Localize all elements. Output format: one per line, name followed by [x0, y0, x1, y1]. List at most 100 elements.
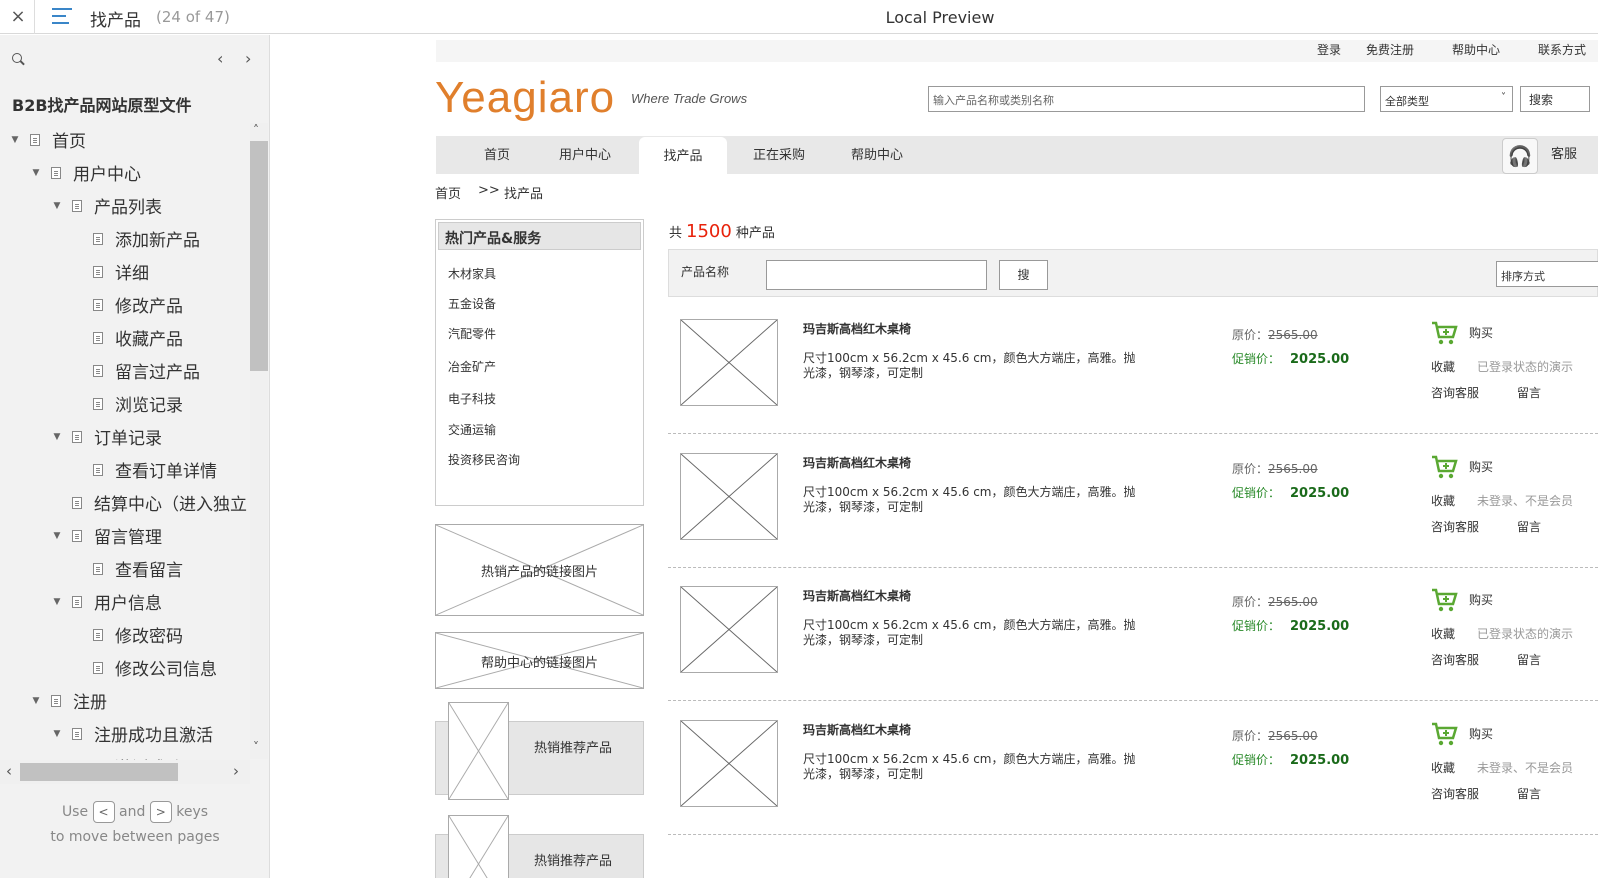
tree-item[interactable]: ▼ 用户中心 [29, 156, 141, 189]
breadcrumb-home[interactable]: 首页 [435, 183, 461, 202]
tree-item[interactable]: 查看留言 [71, 552, 183, 585]
type-select[interactable]: 全部类型 ˅ [1380, 86, 1513, 112]
buy-link[interactable]: 购买 [1469, 458, 1493, 475]
tree-item[interactable]: 修改公司信息 [71, 651, 217, 684]
register-link[interactable]: 免费注册 [1366, 41, 1414, 58]
tree-item[interactable]: 查看订单详情 [71, 453, 217, 486]
product-image[interactable] [680, 453, 778, 540]
cart-icon[interactable] [1430, 454, 1458, 480]
tree-item[interactable]: 收藏产品 [71, 321, 183, 354]
tree-item[interactable]: 浏览记录 [71, 387, 183, 420]
consult-service-link[interactable]: 咨询客服 [1431, 384, 1479, 401]
hot-category-link[interactable]: 汽配零件 [448, 325, 496, 342]
scroll-right-icon[interactable]: › [233, 762, 239, 780]
product-image[interactable] [680, 319, 778, 406]
favorite-link[interactable]: 收藏 [1431, 759, 1455, 776]
scroll-up-icon[interactable]: ˄ [253, 123, 259, 137]
page-icon [93, 265, 103, 278]
recommend-image[interactable] [448, 702, 509, 800]
hot-category-link[interactable]: 木材家具 [448, 265, 496, 282]
cart-icon[interactable] [1430, 721, 1458, 747]
hot-category-link[interactable]: 交通运输 [448, 421, 496, 438]
tree-item[interactable]: ▼ 用户信息 [50, 585, 162, 618]
buy-link[interactable]: 购买 [1469, 591, 1493, 608]
buy-link[interactable]: 购买 [1469, 324, 1493, 341]
scroll-left-icon[interactable]: ‹ [6, 762, 12, 780]
site-logo[interactable]: Yeagiaro [435, 73, 615, 123]
buy-link[interactable]: 购买 [1469, 725, 1493, 742]
tree-item[interactable]: 详细 [71, 255, 149, 288]
recommend-label: 热销推荐产品 [534, 741, 613, 756]
tree-item[interactable]: ▼ 产品列表 [50, 189, 162, 222]
customer-service-icon[interactable]: 🎧 [1502, 138, 1538, 174]
nav-purchasing[interactable]: 正在采购 [747, 136, 811, 174]
sort-select[interactable]: 排序方式 [1496, 261, 1598, 287]
search-button[interactable]: 搜索 [1520, 86, 1590, 112]
tree-item[interactable]: ▼ 注册 [29, 684, 107, 717]
nav-user-center[interactable]: 用户中心 [553, 136, 617, 174]
hot-category-link[interactable]: 电子科技 [448, 390, 496, 407]
leave-message-link[interactable]: 留言 [1517, 518, 1541, 535]
banner-help-center[interactable]: 帮助中心的链接图片 [435, 632, 644, 689]
hot-category-link[interactable]: 五金设备 [448, 295, 496, 312]
sidebar-vertical-scrollbar[interactable]: ˄ ˅ [250, 123, 268, 759]
tree-item[interactable]: ▼ 订单记录 [50, 420, 162, 453]
help-link[interactable]: 帮助中心 [1452, 41, 1500, 58]
product-name[interactable]: 玛吉斯高档红木桌椅 [803, 721, 911, 738]
nav-help[interactable]: 帮助中心 [845, 136, 909, 174]
caret-down-icon[interactable]: ▼ [50, 729, 64, 739]
product-image[interactable] [680, 720, 778, 807]
favorite-link[interactable]: 收藏 [1431, 492, 1455, 509]
search-input[interactable]: 输入产品名称或类别名称 [928, 86, 1365, 112]
tree-item[interactable]: 结算中心（进入独立 [50, 486, 247, 519]
product-name[interactable]: 玛吉斯高档红木桌椅 [803, 454, 911, 471]
consult-service-link[interactable]: 咨询客服 [1431, 651, 1479, 668]
product-description: 尺寸100cm x 56.2cm x 45.6 cm，颜色大方端庄，高雅。抛光漆… [803, 618, 1136, 647]
cart-icon[interactable] [1430, 587, 1458, 613]
caret-down-icon[interactable]: ▼ [29, 696, 43, 706]
hot-category-link[interactable]: 冶金矿产 [448, 358, 496, 375]
cart-icon[interactable] [1430, 320, 1458, 346]
tree-item[interactable]: ▼ 首页 [8, 123, 86, 156]
favorite-link[interactable]: 收藏 [1431, 358, 1455, 375]
nav-home[interactable]: 首页 [465, 136, 529, 174]
caret-down-icon[interactable]: ▼ [50, 597, 64, 607]
contact-link[interactable]: 联系方式 [1538, 41, 1586, 58]
filter-search-button[interactable]: 搜 [999, 260, 1048, 290]
caret-down-icon[interactable]: ▼ [50, 201, 64, 211]
caret-down-icon[interactable]: ▼ [50, 531, 64, 541]
product-name-input[interactable] [766, 260, 987, 290]
tree-item[interactable]: ▼ 留言管理 [50, 519, 162, 552]
tree-item[interactable]: 留言过产品 [71, 354, 200, 387]
leave-message-link[interactable]: 留言 [1517, 785, 1541, 802]
scrollbar-thumb[interactable] [20, 763, 178, 781]
leave-message-link[interactable]: 留言 [1517, 384, 1541, 401]
scrollbar-thumb[interactable] [250, 141, 268, 371]
nav-find-products[interactable]: 找产品 [639, 137, 727, 174]
tree-item[interactable]: 添加新产品 [71, 222, 200, 255]
leave-message-link[interactable]: 留言 [1517, 651, 1541, 668]
tree-item[interactable]: ▼ 注册成功且激活 [50, 717, 213, 750]
tree-item[interactable]: 修改产品 [71, 288, 183, 321]
product-name[interactable]: 玛吉斯高档红木桌椅 [803, 320, 911, 337]
consult-service-link[interactable]: 咨询客服 [1431, 785, 1479, 802]
search-icon[interactable] [12, 53, 26, 67]
sidebar-horizontal-scrollbar[interactable]: ‹ › [0, 760, 250, 784]
favorite-link[interactable]: 收藏 [1431, 625, 1455, 642]
product-image[interactable] [680, 586, 778, 673]
caret-down-icon[interactable]: ▼ [29, 168, 43, 178]
caret-down-icon[interactable]: ▼ [50, 432, 64, 442]
customer-service-label[interactable]: 客服 [1551, 143, 1577, 162]
consult-service-link[interactable]: 咨询客服 [1431, 518, 1479, 535]
login-link[interactable]: 登录 [1317, 41, 1341, 58]
chevron-down-icon: ˅ [1501, 92, 1506, 103]
product-name[interactable]: 玛吉斯高档红木桌椅 [803, 587, 911, 604]
scroll-down-icon[interactable]: ˅ [253, 740, 259, 754]
hot-category-link[interactable]: 投资移民咨询 [448, 451, 520, 468]
banner-hot-products[interactable]: 热销产品的链接图片 [435, 524, 644, 616]
chevron-right-icon[interactable]: › [245, 49, 251, 68]
caret-down-icon[interactable]: ▼ [8, 135, 22, 145]
tree-item[interactable]: 修改密码 [71, 618, 183, 651]
chevron-left-icon[interactable]: ‹ [217, 49, 223, 68]
recommend-image[interactable] [448, 815, 509, 878]
